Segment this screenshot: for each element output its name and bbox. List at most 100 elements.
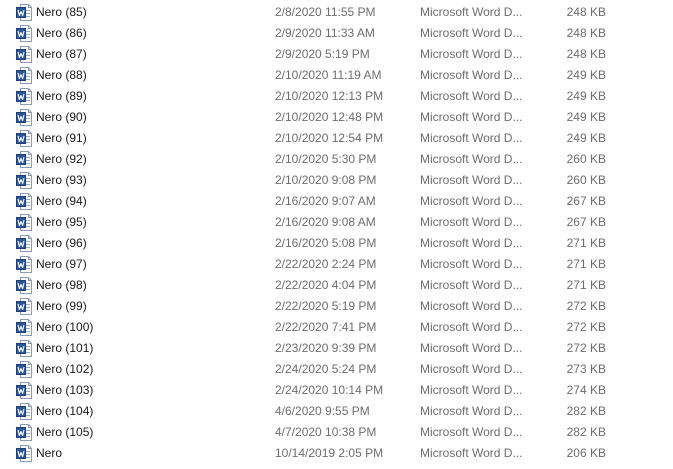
- word-doc-icon: [16, 382, 32, 399]
- file-row[interactable]: Nero (95) 2/16/2020 9:08 AM Microsoft Word…: [0, 212, 673, 233]
- file-name[interactable]: Nero (101): [36, 338, 93, 359]
- file-size: 267 KB: [566, 194, 606, 208]
- word-doc-icon: [16, 88, 32, 105]
- file-name[interactable]: Nero (91): [36, 128, 87, 149]
- file-row[interactable]: Nero (87) 2/9/2020 5:19 PM Microsoft Word …: [0, 44, 673, 65]
- file-row[interactable]: Nero (104) 4/6/2020 9:55 PM Microsoft Word…: [0, 401, 673, 422]
- file-name[interactable]: Nero (99): [36, 296, 87, 317]
- file-row[interactable]: Nero (90) 2/10/2020 12:48 PM Microsoft Wor…: [0, 107, 673, 128]
- file-type: Microsoft Word D...: [420, 257, 523, 271]
- file-size: 249 KB: [566, 89, 606, 103]
- file-row[interactable]: Nero (96) 2/16/2020 5:08 PM Microsoft Word…: [0, 233, 673, 254]
- file-date-modified: 2/8/2020 11:55 PM: [275, 5, 376, 19]
- file-name[interactable]: Nero (90): [36, 107, 87, 128]
- file-row[interactable]: Nero 10/14/2019 2:05 PM Microsoft Word D..…: [0, 443, 673, 464]
- file-type: Microsoft Word D...: [420, 320, 523, 334]
- file-row[interactable]: Nero (102) 2/24/2020 5:24 PM Microsoft Wor…: [0, 359, 673, 380]
- file-name[interactable]: Nero (98): [36, 275, 87, 296]
- file-size: 206 KB: [566, 446, 606, 460]
- file-name[interactable]: Nero (96): [36, 233, 87, 254]
- file-row[interactable]: Nero (101) 2/23/2020 9:39 PM Microsoft Wor…: [0, 338, 673, 359]
- word-doc-icon: [16, 193, 32, 210]
- file-type: Microsoft Word D...: [420, 362, 523, 376]
- file-name[interactable]: Nero (97): [36, 254, 87, 275]
- file-date-modified: 2/24/2020 5:24 PM: [275, 362, 377, 376]
- file-size: 248 KB: [566, 26, 606, 40]
- file-date-modified: 2/10/2020 12:48 PM: [275, 110, 384, 124]
- file-name[interactable]: Nero (89): [36, 86, 87, 107]
- file-date-modified: 2/22/2020 4:04 PM: [275, 278, 377, 292]
- file-date-modified: 2/10/2020 11:19 AM: [275, 68, 382, 82]
- file-size: 272 KB: [566, 341, 606, 355]
- file-name[interactable]: Nero (105): [36, 422, 93, 443]
- file-size: 249 KB: [566, 110, 606, 124]
- word-doc-icon: [16, 403, 32, 420]
- file-type: Microsoft Word D...: [420, 299, 523, 313]
- file-row[interactable]: Nero (105) 4/7/2020 10:38 PM Microsoft Wor…: [0, 422, 673, 443]
- word-doc-icon: [16, 445, 32, 462]
- file-name[interactable]: Nero (86): [36, 23, 87, 44]
- word-doc-icon: [16, 151, 32, 168]
- file-name[interactable]: Nero (88): [36, 65, 87, 86]
- file-date-modified: 4/6/2020 9:55 PM: [275, 404, 370, 418]
- file-type: Microsoft Word D...: [420, 446, 523, 460]
- word-doc-icon: [16, 130, 32, 147]
- file-name[interactable]: Nero (102): [36, 359, 93, 380]
- file-name[interactable]: Nero (85): [36, 2, 87, 23]
- file-size: 267 KB: [566, 215, 606, 229]
- file-row[interactable]: Nero (89) 2/10/2020 12:13 PM Microsoft Wor…: [0, 86, 673, 107]
- file-date-modified: 2/10/2020 12:54 PM: [275, 131, 384, 145]
- word-doc-icon: [16, 172, 32, 189]
- word-doc-icon: [16, 4, 32, 21]
- file-name[interactable]: Nero (94): [36, 191, 87, 212]
- file-size: 248 KB: [566, 47, 606, 61]
- file-row[interactable]: Nero (88) 2/10/2020 11:19 AM Microsoft Wor…: [0, 65, 673, 86]
- file-type: Microsoft Word D...: [420, 5, 523, 19]
- file-type: Microsoft Word D...: [420, 383, 523, 397]
- file-size: 272 KB: [566, 320, 606, 334]
- file-name[interactable]: Nero (100): [36, 317, 93, 338]
- word-doc-icon: [16, 214, 32, 231]
- file-name[interactable]: Nero (104): [36, 401, 93, 422]
- file-date-modified: 2/10/2020 9:08 PM: [275, 173, 377, 187]
- file-row[interactable]: Nero (100) 2/22/2020 7:41 PM Microsoft Wor…: [0, 317, 673, 338]
- file-row[interactable]: Nero (92) 2/10/2020 5:30 PM Microsoft Word…: [0, 149, 673, 170]
- file-name[interactable]: Nero: [36, 443, 62, 464]
- file-row[interactable]: Nero (85) 2/8/2020 11:55 PM Microsoft Word…: [0, 2, 673, 23]
- file-size: 273 KB: [566, 362, 606, 376]
- file-row[interactable]: Nero (94) 2/16/2020 9:07 AM Microsoft Word…: [0, 191, 673, 212]
- file-row[interactable]: Nero (91) 2/10/2020 12:54 PM Microsoft Wor…: [0, 128, 673, 149]
- file-size: 271 KB: [566, 278, 606, 292]
- file-row[interactable]: Nero (98) 2/22/2020 4:04 PM Microsoft Word…: [0, 275, 673, 296]
- word-doc-icon: [16, 319, 32, 336]
- word-doc-icon: [16, 256, 32, 273]
- word-doc-icon: [16, 277, 32, 294]
- file-row[interactable]: Nero (99) 2/22/2020 5:19 PM Microsoft Word…: [0, 296, 673, 317]
- file-type: Microsoft Word D...: [420, 404, 523, 418]
- file-date-modified: 2/22/2020 2:24 PM: [275, 257, 377, 271]
- file-name[interactable]: Nero (95): [36, 212, 87, 233]
- file-date-modified: 2/16/2020 9:07 AM: [275, 194, 376, 208]
- word-doc-icon: [16, 361, 32, 378]
- file-size: 260 KB: [566, 173, 606, 187]
- file-row[interactable]: Nero (103) 2/24/2020 10:14 PM Microsoft Wo…: [0, 380, 673, 401]
- file-row[interactable]: Nero (86) 2/9/2020 11:33 AM Microsoft Word…: [0, 23, 673, 44]
- file-name[interactable]: Nero (92): [36, 149, 87, 170]
- file-date-modified: 2/16/2020 5:08 PM: [275, 236, 377, 250]
- file-row[interactable]: Nero (93) 2/10/2020 9:08 PM Microsoft Word…: [0, 170, 673, 191]
- file-date-modified: 2/24/2020 10:14 PM: [275, 383, 384, 397]
- file-type: Microsoft Word D...: [420, 278, 523, 292]
- file-row[interactable]: Nero (97) 2/22/2020 2:24 PM Microsoft Word…: [0, 254, 673, 275]
- file-size: 271 KB: [566, 257, 606, 271]
- file-name[interactable]: Nero (93): [36, 170, 87, 191]
- file-name[interactable]: Nero (87): [36, 44, 87, 65]
- file-date-modified: 2/10/2020 5:30 PM: [275, 152, 377, 166]
- word-doc-icon: [16, 298, 32, 315]
- file-date-modified: 10/14/2019 2:05 PM: [275, 446, 384, 460]
- file-name[interactable]: Nero (103): [36, 380, 93, 401]
- file-type: Microsoft Word D...: [420, 152, 523, 166]
- file-date-modified: 2/10/2020 12:13 PM: [275, 89, 384, 103]
- file-size: 260 KB: [566, 152, 606, 166]
- file-size: 271 KB: [566, 236, 606, 250]
- file-size: 274 KB: [566, 383, 606, 397]
